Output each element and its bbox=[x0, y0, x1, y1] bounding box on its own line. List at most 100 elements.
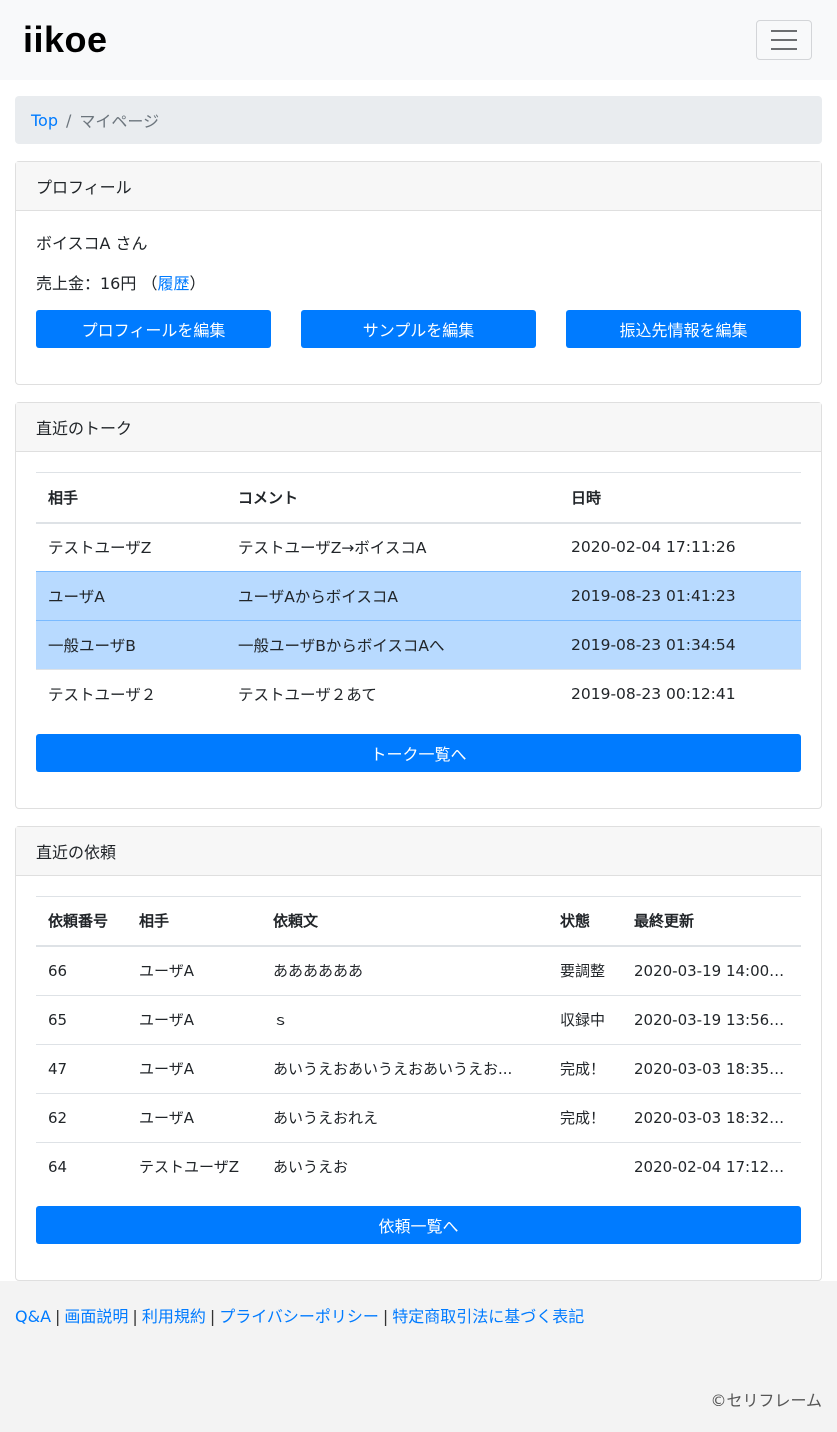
recent-requests-card: 直近の依頼 依頼番号 相手 依頼文 状態 最終更新 66 ユーザA ああああああ… bbox=[15, 825, 822, 1281]
column-header-datetime: 日時 bbox=[559, 472, 801, 524]
profile-card-body: ボイスコA さん 売上金：16円 （履歴） プロフィールを編集 サンプルを編集 … bbox=[16, 211, 821, 384]
column-header-partner: 相手 bbox=[127, 895, 261, 947]
table-row[interactable]: 一般ユーザB 一般ユーザBからボイスコAへ 2019-08-23 01:34:5… bbox=[36, 620, 801, 670]
request-status bbox=[548, 1141, 622, 1191]
column-header-status: 状態 bbox=[548, 895, 622, 947]
profile-card: プロフィール ボイスコA さん 売上金：16円 （履歴） プロフィールを編集 サ… bbox=[15, 161, 822, 385]
column-header-request-text: 依頼文 bbox=[261, 895, 548, 947]
talk-datetime: 2020-02-04 17:11:26 bbox=[571, 538, 736, 557]
request-id: 64 bbox=[36, 1141, 127, 1191]
hamburger-icon bbox=[771, 30, 797, 32]
footer-link-screen-guide[interactable]: 画面説明 bbox=[64, 1307, 128, 1326]
request-id: 65 bbox=[36, 994, 127, 1044]
talk-partner: 一般ユーザB bbox=[36, 620, 226, 670]
talk-list-button[interactable]: トーク一覧へ bbox=[36, 733, 801, 772]
hamburger-icon bbox=[771, 48, 797, 50]
table-row[interactable]: 65 ユーザA ｓ 収録中 2020-03-19 13:56:12 bbox=[36, 994, 801, 1044]
requests-table: 依頼番号 相手 依頼文 状態 最終更新 66 ユーザA ああああああ 要調整 2… bbox=[36, 895, 801, 1191]
talk-partner: ユーザA bbox=[36, 571, 226, 621]
edit-bank-info-button[interactable]: 振込先情報を編集 bbox=[566, 310, 801, 348]
breadcrumb-separator: / bbox=[66, 110, 72, 130]
sales-amount: 売上金：16円 （履歴） bbox=[36, 272, 801, 296]
footer-link-terms[interactable]: 利用規約 bbox=[142, 1307, 206, 1326]
footer: Q&A | 画面説明 | 利用規約 | プライバシーポリシー | 特定商取引法に基づく表記 ©セ… bbox=[0, 1281, 837, 1432]
table-row[interactable]: 64 テストユーザZ あいうえお 2020-02-04 17:12:55 bbox=[36, 1141, 801, 1191]
request-partner: ユーザA bbox=[139, 962, 194, 981]
profile-name: ボイスコA さん bbox=[36, 234, 148, 253]
history-link[interactable]: 履歴 bbox=[157, 274, 189, 293]
footer-separator: | bbox=[55, 1307, 61, 1326]
breadcrumb: Top / マイページ bbox=[15, 96, 822, 144]
request-status: 収録中 bbox=[548, 994, 622, 1044]
main-container: Top / マイページ プロフィール ボイスコA さん 売上金：16円 （履歴）… bbox=[0, 80, 837, 1281]
request-updated: 2020-03-19 13:56:12 bbox=[622, 994, 801, 1044]
recent-requests-header: 直近の依頼 bbox=[16, 826, 821, 876]
table-row[interactable]: 62 ユーザA あいうえおれえ 完成！ 2020-03-03 18:32:46 bbox=[36, 1092, 801, 1142]
talks-table: 相手 コメント 日時 テストユーザZ テストユーザZ→ボイスコA 2020-02… bbox=[36, 472, 801, 719]
request-id: 62 bbox=[36, 1092, 127, 1142]
recent-talks-header: 直近のトーク bbox=[16, 403, 821, 452]
request-id: 66 bbox=[48, 961, 68, 980]
column-header-partner: 相手 bbox=[36, 472, 226, 524]
profile-card-header: プロフィール bbox=[16, 162, 821, 211]
request-status: 要調整 bbox=[560, 962, 606, 981]
request-text: ｓ bbox=[261, 994, 548, 1044]
table-row[interactable]: テストユーザ２ テストユーザ２あて 2019-08-23 00:12:41 bbox=[36, 669, 801, 719]
column-header-updated: 最終更新 bbox=[622, 895, 801, 947]
copyright: ©セリフレーム bbox=[710, 1391, 822, 1410]
request-updated: 2020-03-03 18:35:10 bbox=[622, 1043, 801, 1093]
request-partner: ユーザA bbox=[127, 994, 261, 1044]
table-row[interactable]: ユーザA ユーザAからボイスコA 2019-08-23 01:41:23 bbox=[36, 571, 801, 621]
request-updated: 2020-02-04 17:12:55 bbox=[622, 1141, 801, 1191]
edit-profile-button[interactable]: プロフィールを編集 bbox=[36, 310, 271, 348]
recent-requests-body: 依頼番号 相手 依頼文 状態 最終更新 66 ユーザA ああああああ 要調整 2… bbox=[16, 876, 821, 1281]
request-partner: ユーザA bbox=[127, 1092, 261, 1142]
history-open-paren: （ bbox=[141, 274, 158, 293]
brand-logo[interactable]: iikoe bbox=[23, 19, 108, 61]
talk-comment: テストユーザ２あて bbox=[226, 669, 559, 719]
request-list-button[interactable]: 依頼一覧へ bbox=[36, 1206, 801, 1244]
table-row[interactable]: 47 ユーザA あいうえおあいうえおあいうえお... 完成！ 2020-03-0… bbox=[36, 1043, 801, 1093]
recent-talks-body: 相手 コメント 日時 テストユーザZ テストユーザZ→ボイスコA 2020-02… bbox=[16, 452, 821, 808]
talk-partner: テストユーザZ bbox=[48, 539, 152, 558]
request-updated: 2020-03-19 14:00:08 bbox=[634, 961, 794, 980]
column-header-request-id: 依頼番号 bbox=[36, 895, 127, 947]
column-header-comment: コメント bbox=[226, 472, 559, 524]
navbar: iikoe bbox=[0, 0, 837, 80]
talk-partner: テストユーザ２ bbox=[36, 669, 226, 719]
footer-separator: | bbox=[132, 1307, 138, 1326]
footer-links: Q&A | 画面説明 | 利用規約 | プライバシーポリシー | 特定商取引法に基づく表記 bbox=[15, 1303, 822, 1327]
request-text: あいうえおれえ bbox=[261, 1092, 548, 1142]
table-row[interactable]: テストユーザZ テストユーザZ→ボイスコA 2020-02-04 17:11:2… bbox=[36, 523, 801, 572]
request-id: 47 bbox=[36, 1043, 127, 1093]
table-header-row: 相手 コメント 日時 bbox=[36, 472, 801, 524]
breadcrumb-top-link[interactable]: Top bbox=[31, 111, 58, 130]
footer-separator: | bbox=[382, 1307, 389, 1326]
hamburger-icon bbox=[771, 39, 797, 41]
menu-toggle-button[interactable] bbox=[756, 20, 812, 60]
talk-datetime: 2019-08-23 01:34:54 bbox=[559, 620, 801, 670]
request-text: ああああああ bbox=[273, 962, 364, 981]
edit-sample-button[interactable]: サンプルを編集 bbox=[301, 310, 536, 348]
footer-link-privacy[interactable]: プライバシーポリシー bbox=[219, 1307, 379, 1326]
talk-comment: テストユーザZ→ボイスコA bbox=[238, 539, 427, 558]
sales-label: 売上金：16円 bbox=[36, 274, 137, 293]
talk-comment: 一般ユーザBからボイスコAへ bbox=[226, 620, 559, 670]
request-text: あいうえお bbox=[261, 1141, 548, 1191]
footer-link-commerce-law[interactable]: 特定商取引法に基づく表記 bbox=[392, 1307, 584, 1326]
request-status: 完成！ bbox=[548, 1092, 622, 1142]
talk-datetime: 2019-08-23 00:12:41 bbox=[559, 669, 801, 719]
footer-link-qa[interactable]: Q&A bbox=[15, 1307, 51, 1326]
talk-comment: ユーザAからボイスコA bbox=[226, 571, 559, 621]
recent-talks-card: 直近のトーク 相手 コメント 日時 テストユーザZ テストユーザZ→ボイスコA … bbox=[15, 402, 822, 809]
request-status: 完成！ bbox=[548, 1043, 622, 1093]
profile-button-row: プロフィールを編集 サンプルを編集 振込先情報を編集 bbox=[36, 310, 801, 348]
request-partner: ユーザA bbox=[127, 1043, 261, 1093]
request-updated: 2020-03-03 18:32:46 bbox=[622, 1092, 801, 1142]
table-row[interactable]: 66 ユーザA ああああああ 要調整 2020-03-19 14:00:08 bbox=[36, 946, 801, 995]
request-partner: テストユーザZ bbox=[127, 1141, 261, 1191]
request-text: あいうえおあいうえおあいうえお... bbox=[261, 1043, 548, 1093]
table-header-row: 依頼番号 相手 依頼文 状態 最終更新 bbox=[36, 895, 801, 947]
talk-datetime: 2019-08-23 01:41:23 bbox=[559, 571, 801, 621]
history-close-paren: ） bbox=[189, 274, 206, 293]
